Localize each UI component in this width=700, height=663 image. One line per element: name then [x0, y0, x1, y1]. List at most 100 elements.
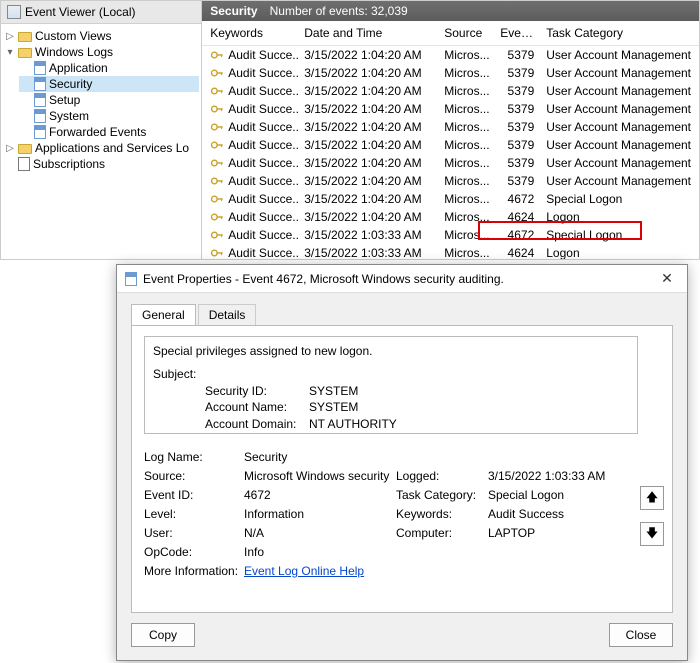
cell-keywords: Audit Succe... — [228, 228, 300, 242]
log-icon — [34, 125, 46, 139]
cell-datetime: 3/15/2022 1:04:20 AM — [300, 191, 440, 207]
cell-keywords: Audit Succe... — [228, 156, 300, 170]
cell-source: Micros... — [440, 47, 496, 63]
cell-task: Logon — [542, 209, 695, 225]
log-icon — [34, 93, 46, 107]
table-row[interactable]: Audit Succe...3/15/2022 1:04:20 AMMicros… — [202, 82, 699, 100]
event-viewer-icon — [7, 5, 21, 19]
cell-keywords: Audit Succe... — [228, 192, 300, 206]
close-button[interactable]: Close — [609, 623, 673, 647]
folder-icon — [18, 144, 32, 154]
dialog-footer: Copy Close — [117, 613, 687, 657]
table-row[interactable]: Audit Succe...3/15/2022 1:04:20 AMMicros… — [202, 172, 699, 190]
dialog-icon — [125, 272, 137, 286]
cell-source: Micros... — [440, 65, 496, 81]
key-icon — [210, 102, 224, 116]
log-icon — [34, 61, 46, 75]
cell-source: Micros... — [440, 137, 496, 153]
cell-keywords: Audit Succe... — [228, 120, 300, 134]
desc-value: SYSTEM — [309, 400, 358, 414]
collapse-icon[interactable]: ▾ — [5, 47, 15, 58]
desc-label: Security ID: — [205, 383, 309, 400]
table-row[interactable]: Audit Succe...3/15/2022 1:04:20 AMMicros… — [202, 118, 699, 136]
table-row[interactable]: Audit Succe...3/15/2022 1:04:20 AMMicros… — [202, 154, 699, 172]
tree-node-system[interactable]: System — [19, 108, 199, 124]
tree-node-subscriptions[interactable]: Subscriptions — [3, 156, 199, 172]
key-icon — [210, 120, 224, 134]
tree-label: Custom Views — [35, 29, 111, 43]
scroll-down-button[interactable]: 🡇 — [640, 522, 664, 546]
key-icon — [210, 174, 224, 188]
cell-datetime: 3/15/2022 1:03:33 AM — [300, 227, 440, 243]
dialog-close-button[interactable]: ✕ — [655, 270, 679, 287]
event-description-box[interactable]: Special privileges assigned to new logon… — [144, 336, 638, 434]
tree-node-windows-logs[interactable]: ▾ Windows Logs — [3, 44, 199, 60]
tree-label: Windows Logs — [35, 45, 113, 59]
info-value: 4672 — [244, 488, 392, 502]
cell-source: Micros... — [440, 173, 496, 189]
cell-eventid: 5379 — [496, 119, 542, 135]
info-value: Security — [244, 450, 392, 464]
cell-eventid: 4672 — [496, 191, 542, 207]
table-row[interactable]: Audit Succe...3/15/2022 1:04:20 AMMicros… — [202, 208, 699, 226]
tree-node-custom-views[interactable]: ▷ Custom Views — [3, 28, 199, 44]
cell-task: User Account Management — [542, 155, 695, 171]
grid-header-row: Keywords Date and Time Source Event ID T… — [202, 21, 699, 46]
expand-icon[interactable]: ▷ — [5, 31, 15, 42]
tree-label: System — [49, 109, 89, 123]
cell-keywords: Audit Succe... — [228, 174, 300, 188]
info-label: User: — [144, 526, 240, 540]
key-icon — [210, 210, 224, 224]
grid-body: Audit Succe...3/15/2022 1:04:20 AMMicros… — [202, 46, 699, 259]
tree-label: Security — [49, 77, 92, 91]
tree-node-security[interactable]: Security — [19, 76, 199, 92]
cell-source: Micros... — [440, 119, 496, 135]
key-icon — [210, 192, 224, 206]
scroll-up-button[interactable]: 🡅 — [640, 486, 664, 510]
table-row[interactable]: Audit Succe...3/15/2022 1:03:33 AMMicros… — [202, 244, 699, 259]
tree-node-apps-services[interactable]: ▷ Applications and Services Lo — [3, 140, 199, 156]
event-viewer-window: Event Viewer (Local) ▷ Custom Views ▾ Wi… — [0, 0, 700, 260]
col-header-datetime[interactable]: Date and Time — [300, 22, 440, 44]
tab-general[interactable]: General — [131, 304, 196, 326]
cell-keywords: Audit Succe... — [228, 102, 300, 116]
cell-task: Special Logon — [542, 227, 695, 243]
expand-icon[interactable]: ▷ — [5, 143, 15, 154]
tree-node-setup[interactable]: Setup — [19, 92, 199, 108]
cell-eventid: 5379 — [496, 173, 542, 189]
key-icon — [210, 48, 224, 62]
dialog-titlebar: Event Properties - Event 4672, Microsoft… — [117, 265, 687, 293]
key-icon — [210, 84, 224, 98]
col-header-eventid[interactable]: Event ID — [496, 22, 542, 44]
cell-source: Micros... — [440, 209, 496, 225]
tree-node-application[interactable]: Application — [19, 60, 199, 76]
table-row[interactable]: Audit Succe...3/15/2022 1:03:33 AMMicros… — [202, 226, 699, 244]
tree-node-forwarded[interactable]: Forwarded Events — [19, 124, 199, 140]
tab-details[interactable]: Details — [198, 304, 257, 326]
tree-label: Application — [49, 61, 108, 75]
table-row[interactable]: Audit Succe...3/15/2022 1:04:20 AMMicros… — [202, 190, 699, 208]
table-row[interactable]: Audit Succe...3/15/2022 1:04:20 AMMicros… — [202, 46, 699, 64]
cell-eventid: 4624 — [496, 209, 542, 225]
info-label: Event ID: — [144, 488, 240, 502]
info-label: Level: — [144, 507, 240, 521]
cell-task: Special Logon — [542, 191, 695, 207]
info-label: Log Name: — [144, 450, 240, 464]
tree-header: Event Viewer (Local) — [1, 1, 201, 24]
tree-pane: Event Viewer (Local) ▷ Custom Views ▾ Wi… — [1, 1, 202, 259]
cell-keywords: Audit Succe... — [228, 138, 300, 152]
copy-button[interactable]: Copy — [131, 623, 195, 647]
col-header-source[interactable]: Source — [440, 22, 496, 44]
arrow-down-icon: 🡇 — [646, 524, 658, 545]
col-header-keywords[interactable]: Keywords — [206, 22, 300, 44]
table-row[interactable]: Audit Succe...3/15/2022 1:04:20 AMMicros… — [202, 64, 699, 82]
event-log-help-link[interactable]: Event Log Online Help — [244, 564, 364, 578]
table-row[interactable]: Audit Succe...3/15/2022 1:04:20 AMMicros… — [202, 100, 699, 118]
cell-source: Micros... — [440, 245, 496, 259]
cell-datetime: 3/15/2022 1:04:20 AM — [300, 83, 440, 99]
cell-eventid: 5379 — [496, 101, 542, 117]
col-header-task[interactable]: Task Category — [542, 22, 695, 44]
cell-datetime: 3/15/2022 1:04:20 AM — [300, 101, 440, 117]
desc-value: SYSTEM — [309, 384, 358, 398]
table-row[interactable]: Audit Succe...3/15/2022 1:04:20 AMMicros… — [202, 136, 699, 154]
